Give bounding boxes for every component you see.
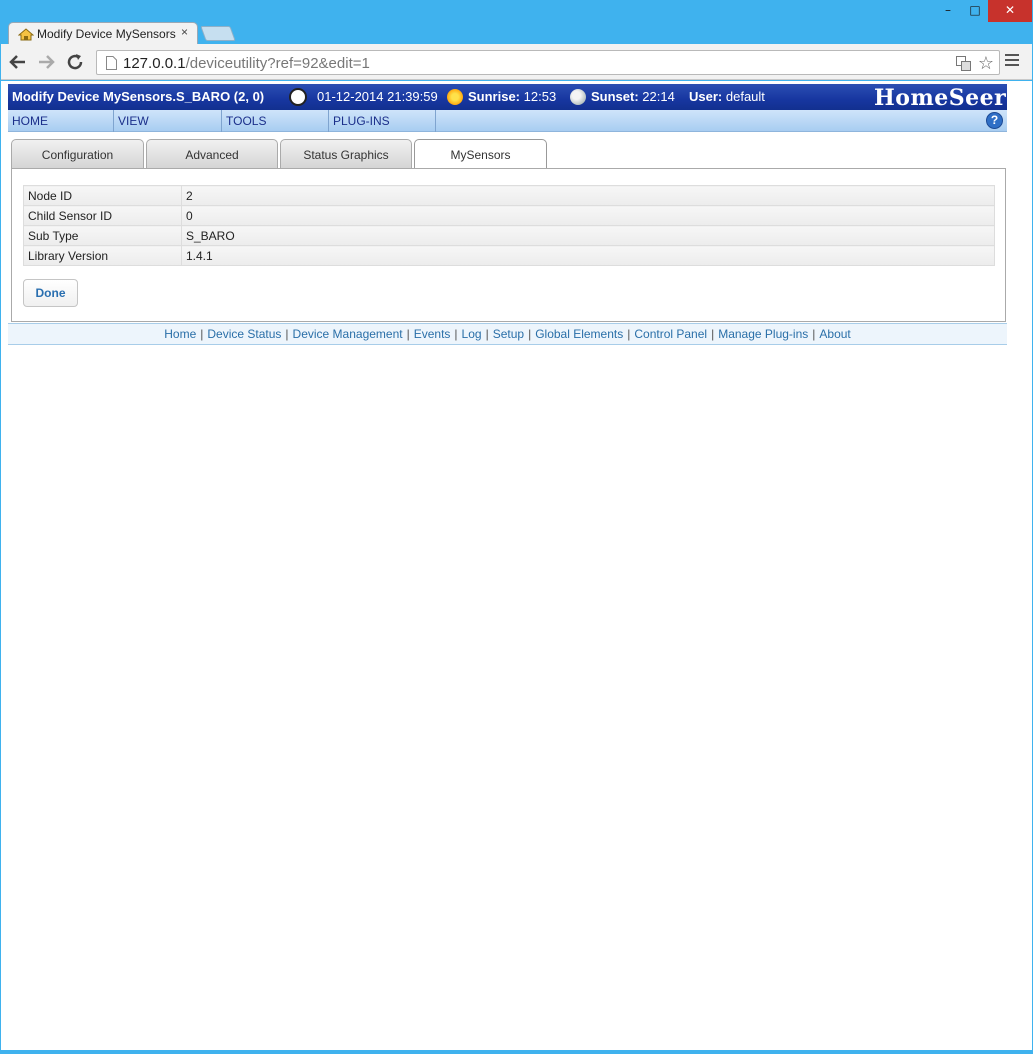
sun-icon <box>447 89 463 105</box>
footer-link-log[interactable]: Log <box>462 327 482 341</box>
footer-separator: | <box>711 327 715 341</box>
clock-icon <box>289 88 307 106</box>
close-window-button[interactable]: ✕ <box>988 0 1032 22</box>
sunset: Sunset: 22:14 <box>591 89 675 104</box>
homeseer-favicon-icon <box>18 28 34 41</box>
url-text[interactable]: 127.0.0.1/deviceutility?ref=92&edit=1 <box>123 55 370 72</box>
row-label: Child Sensor ID <box>23 205 182 226</box>
footer-separator: | <box>454 327 458 341</box>
page-viewport: Modify Device MySensors.S_BARO (2, 0) 01… <box>1 81 1032 1050</box>
page-title: Modify Device MySensors.S_BARO (2, 0) <box>12 89 265 104</box>
title-bar: – □ ✕ Modify Device MySensors × <box>0 0 1033 44</box>
footer-nav: Home | Device Status | Device Management | Eve… <box>8 323 1007 345</box>
footer-separator: | <box>285 327 289 341</box>
address-bar[interactable]: 127.0.0.1/deviceutility?ref=92&edit=1 ☆ <box>96 50 1000 75</box>
table-row: Child Sensor ID 0 <box>23 205 995 226</box>
browser-toolbar: 127.0.0.1/deviceutility?ref=92&edit=1 ☆ <box>1 44 1032 80</box>
sunrise-label: Sunrise: <box>468 89 521 104</box>
user: User: default <box>689 89 765 104</box>
footer-link-about[interactable]: About <box>819 327 850 341</box>
row-label: Node ID <box>23 185 182 206</box>
row-value: 2 <box>181 185 995 206</box>
footer-separator: | <box>627 327 631 341</box>
footer-link-control-panel[interactable]: Control Panel <box>634 327 707 341</box>
table-row: Library Version 1.4.1 <box>23 245 995 266</box>
tab-status-graphics[interactable]: Status Graphics <box>280 139 412 169</box>
row-label: Library Version <box>23 245 182 266</box>
translate-icon[interactable] <box>956 56 971 71</box>
footer-separator: | <box>812 327 816 341</box>
sunrise-time: 12:53 <box>523 89 557 104</box>
maximize-button[interactable]: □ <box>962 0 988 22</box>
tab-advanced[interactable]: Advanced <box>146 139 278 169</box>
row-value: S_BARO <box>181 225 995 246</box>
mysensors-panel: Node ID 2 Child Sensor ID 0 Sub Type S_B… <box>11 168 1006 322</box>
footer-link-home[interactable]: Home <box>164 327 196 341</box>
footer-separator: | <box>485 327 489 341</box>
page-header: Modify Device MySensors.S_BARO (2, 0) 01… <box>8 84 1007 111</box>
minimize-button[interactable]: – <box>935 0 961 22</box>
done-button[interactable]: Done <box>23 279 78 307</box>
sunset-label: Sunset: <box>591 89 639 104</box>
footer-separator: | <box>406 327 410 341</box>
table-row: Sub Type S_BARO <box>23 225 995 246</box>
moon-icon <box>570 89 586 105</box>
homeseer-logo: HomeSeer <box>874 85 1007 111</box>
star-icon[interactable]: ☆ <box>978 53 994 73</box>
back-arrow-icon[interactable] <box>7 51 29 73</box>
row-label: Sub Type <box>23 225 182 246</box>
datetime: 01-12-2014 21:39:59 <box>317 89 438 104</box>
help-icon[interactable]: ? <box>986 112 1003 129</box>
footer-separator: | <box>200 327 204 341</box>
user-label: User: <box>689 89 723 104</box>
footer-link-setup[interactable]: Setup <box>493 327 524 341</box>
footer-link-manage-plug-ins[interactable]: Manage Plug-ins <box>718 327 808 341</box>
row-value: 1.4.1 <box>181 245 995 266</box>
tab-configuration[interactable]: Configuration <box>11 139 144 169</box>
user-name: default <box>725 89 765 104</box>
sunrise: Sunrise: 12:53 <box>468 89 556 104</box>
url-host: 127.0.0.1 <box>123 55 186 72</box>
menu-item-view[interactable]: VIEW <box>114 110 222 132</box>
menu-icon[interactable] <box>1005 54 1019 70</box>
footer-link-device-management[interactable]: Device Management <box>293 327 403 341</box>
row-value: 0 <box>181 205 995 226</box>
browser-tab[interactable]: Modify Device MySensors × <box>8 22 198 44</box>
url-path: /deviceutility?ref=92&edit=1 <box>185 55 370 72</box>
page-icon <box>106 56 117 70</box>
menu-item-plug-ins[interactable]: PLUG-INS <box>329 110 436 132</box>
device-details-table: Node ID 2 Child Sensor ID 0 Sub Type S_B… <box>23 185 995 266</box>
menu-item-home[interactable]: HOME <box>8 110 114 132</box>
tab-title: Modify Device MySensors <box>37 27 176 41</box>
footer-link-events[interactable]: Events <box>414 327 451 341</box>
sunset-time: 22:14 <box>642 89 675 104</box>
footer-link-device-status[interactable]: Device Status <box>207 327 281 341</box>
table-row: Node ID 2 <box>23 185 995 206</box>
tab-close-icon[interactable]: × <box>181 25 188 39</box>
main-menu: HOME VIEW TOOLS PLUG-INS ? <box>8 110 1007 132</box>
new-tab-button[interactable] <box>200 26 236 41</box>
menu-item-tools[interactable]: TOOLS <box>222 110 329 132</box>
reload-icon[interactable] <box>64 51 86 73</box>
footer-separator: | <box>528 327 532 341</box>
forward-arrow-icon[interactable] <box>35 51 57 73</box>
footer-link-global-elements[interactable]: Global Elements <box>535 327 623 341</box>
tab-mysensors[interactable]: MySensors <box>414 139 547 170</box>
browser-window: – □ ✕ Modify Device MySensors × 127.0.0.… <box>0 0 1033 1054</box>
